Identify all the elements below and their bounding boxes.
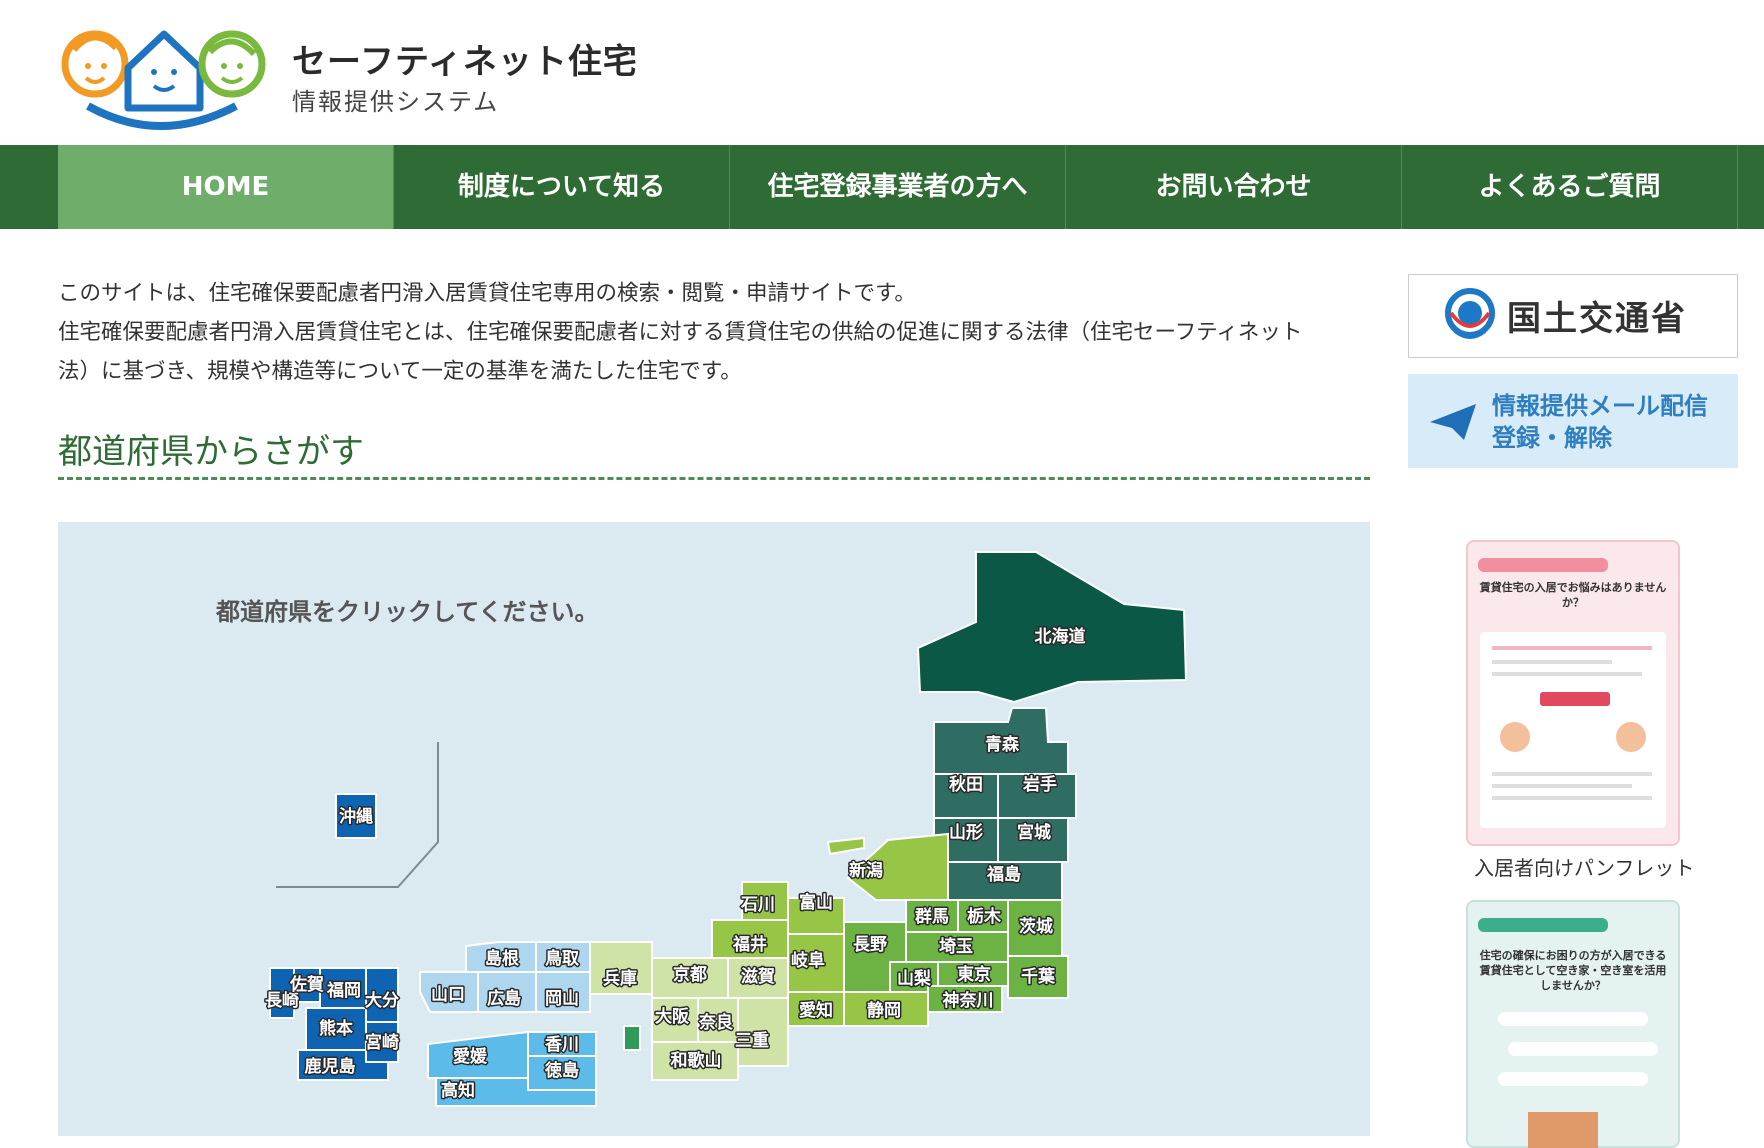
- pref-label-fukui: 福井: [732, 934, 767, 955]
- pref-label-iwate: 岩手: [1022, 774, 1057, 795]
- pref-label-miyagi: 宮城: [1017, 822, 1051, 843]
- pref-label-tokyo: 東京: [957, 964, 991, 985]
- pref-label-fukuoka: 福岡: [326, 980, 361, 1001]
- mail-line-2: 登録・解除: [1492, 424, 1612, 452]
- pref-label-yamaguchi: 山口: [431, 985, 465, 1005]
- site-header: セーフティネット住宅 情報提供システム: [0, 0, 1764, 145]
- pref-label-hokkaido: 北海道: [1035, 626, 1086, 647]
- pref-label-wakayama: 和歌山: [671, 1050, 722, 1071]
- mlit-logo-icon: [1445, 288, 1495, 339]
- region-tohoku: 青森 秋田 岩手 山形 宮城 福島: [933, 707, 1077, 901]
- pref-label-aichi: 愛知: [799, 1000, 833, 1021]
- pref-label-shiga: 滋賀: [741, 966, 775, 987]
- tenant-pamphlet-thumbnail[interactable]: 賃貸住宅の入居でお悩みはありませんか？: [1466, 540, 1680, 846]
- site-subtitle: 情報提供システム: [292, 88, 500, 116]
- mail-line-1: 情報提供メール配信: [1492, 392, 1708, 420]
- pref-label-hiroshima: 広島: [487, 988, 521, 1009]
- pref-label-osaka: 大阪: [655, 1006, 689, 1027]
- pref-label-akita: 秋田: [949, 774, 983, 795]
- site-title[interactable]: セーフティネット住宅: [292, 34, 638, 83]
- pamphlet-merit-2: [1508, 1042, 1658, 1056]
- pref-label-chiba: 千葉: [1021, 966, 1056, 987]
- section-divider: [58, 477, 1370, 480]
- pref-label-kagoshima: 鹿児島: [305, 1056, 356, 1077]
- pref-label-nara: 奈良: [698, 1012, 733, 1033]
- pamphlet-tag-bar: [1478, 918, 1608, 932]
- pref-label-aomori: 青森: [985, 734, 1020, 755]
- pref-label-shizuoka: 静岡: [867, 1000, 901, 1021]
- pref-label-kagawa: 香川: [545, 1035, 579, 1055]
- mail-subscription-banner[interactable]: 情報提供メール配信 登録・解除: [1408, 374, 1738, 468]
- region-kinki: 兵庫 京都 滋賀 大阪 奈良 三重 和歌山: [589, 941, 789, 1081]
- mlit-label: 国土交通省: [1507, 299, 1687, 339]
- pref-label-mie: 三重: [735, 1030, 769, 1051]
- pref-label-oita: 大分: [365, 990, 399, 1011]
- pref-label-miyazaki: 宮崎: [365, 1032, 399, 1053]
- pref-label-kyoto: 京都: [673, 964, 707, 985]
- pref-label-yamanashi: 山梨: [897, 968, 932, 989]
- pref-hokkaido[interactable]: 北海道: [916, 551, 1188, 704]
- pref-label-yamagata: 山形: [949, 822, 983, 843]
- nav-home[interactable]: HOME: [58, 145, 394, 229]
- pref-label-niigata: 新潟: [849, 860, 883, 881]
- pamphlet-house-illustration: [1528, 1112, 1598, 1148]
- prefecture-map: 都道府県をクリックしてください。 北海道 青森 秋田 岩手 山形 宮城 福島 新…: [58, 522, 1370, 1136]
- pref-label-kanagawa: 神奈川: [943, 990, 994, 1011]
- paper-plane-icon: [1430, 404, 1476, 440]
- region-kyushu: 沖縄 長崎 佐賀 福岡 大分 熊本 宮崎 鹿児島: [264, 793, 401, 1081]
- nav-for-operators[interactable]: 住宅登録事業者の方へ: [730, 145, 1066, 229]
- nav-system-info[interactable]: 制度について知る: [394, 145, 730, 229]
- pamphlet-tag-bar: [1478, 558, 1608, 572]
- pref-label-tochigi: 栃木: [967, 906, 1002, 927]
- nav-contact[interactable]: お問い合わせ: [1066, 145, 1402, 229]
- pref-label-tottori: 鳥取: [545, 948, 579, 969]
- landlord-pamphlet-thumbnail[interactable]: 住宅の確保にお困りの方が入居できる賃貸住宅として空き家・空き室を活用しませんか？: [1466, 900, 1680, 1148]
- pamphlet-merit-1: [1498, 1012, 1648, 1026]
- japan-map-svg: 北海道 青森 秋田 岩手 山形 宮城 福島 新潟 石川 富山 群馬 栃木 茨城 …: [264, 551, 1188, 1107]
- pref-label-ishikawa: 石川: [740, 895, 775, 915]
- pref-label-toyama: 富山: [799, 892, 833, 913]
- tenant-pamphlet-caption[interactable]: 入居者向けパンフレット: [1474, 852, 1694, 881]
- pamphlet-merit-3: [1498, 1072, 1648, 1086]
- pref-label-kumamoto: 熊本: [319, 1018, 353, 1039]
- mlit-banner[interactable]: 国土交通省: [1408, 274, 1738, 358]
- pref-label-hyogo: 兵庫: [603, 968, 637, 989]
- pref-awaji: [623, 1025, 641, 1051]
- region-shikoku: 愛媛 香川 徳島 高知: [427, 1030, 597, 1107]
- intro-line: 法）に基づき、規模や構造等について一定の基準を満たした住宅です。: [58, 359, 742, 384]
- pref-label-okayama: 岡山: [545, 989, 579, 1009]
- pref-label-saga: 佐賀: [289, 974, 324, 995]
- section-title: 都道府県からさがす: [58, 432, 364, 472]
- site-logo-icon[interactable]: [60, 14, 270, 134]
- intro-text: このサイトは、住宅確保要配慮者円滑入居賃貸住宅専用の検索・閲覧・申請サイトです。…: [58, 274, 1378, 391]
- pref-label-ehime: 愛媛: [453, 1046, 488, 1067]
- pref-niigata-sado: [826, 836, 865, 856]
- pref-label-kochi: 高知: [441, 1080, 475, 1101]
- pamphlet-heading: 賃貸住宅の入居でお悩みはありませんか？: [1479, 581, 1667, 609]
- pamphlet-body: [1480, 632, 1666, 828]
- region-chugoku: 島根 鳥取 山口 広島 岡山: [419, 941, 591, 1013]
- pref-label-ibaraki: 茨城: [1019, 916, 1053, 937]
- pref-label-saitama: 埼玉: [939, 936, 973, 957]
- intro-line: 住宅確保要配慮者円滑入居賃貸住宅とは、住宅確保要配慮者に対する賃貸住宅の供給の促…: [58, 320, 1303, 345]
- pref-label-nagano: 長野: [853, 935, 887, 955]
- pref-label-shimane: 島根: [485, 948, 519, 969]
- intro-line: このサイトは、住宅確保要配慮者円滑入居賃貸住宅専用の検索・閲覧・申請サイトです。: [58, 281, 916, 306]
- mail-subscription-text: 情報提供メール配信 登録・解除: [1492, 390, 1708, 454]
- pref-label-fukushima: 福島: [986, 864, 1021, 885]
- nav-faq[interactable]: よくあるご質問: [1402, 145, 1738, 229]
- pref-label-okinawa: 沖縄: [339, 806, 373, 827]
- pamphlet-heading: 住宅の確保にお困りの方が入居できる賃貸住宅として空き家・空き室を活用しませんか？: [1479, 949, 1667, 992]
- pref-label-tokushima: 徳島: [544, 1060, 579, 1081]
- pref-label-gifu: 岐阜: [791, 950, 825, 971]
- pref-label-gunma: 群馬: [915, 906, 949, 927]
- main-nav: HOME 制度について知る 住宅登録事業者の方へ お問い合わせ よくあるご質問: [0, 145, 1764, 229]
